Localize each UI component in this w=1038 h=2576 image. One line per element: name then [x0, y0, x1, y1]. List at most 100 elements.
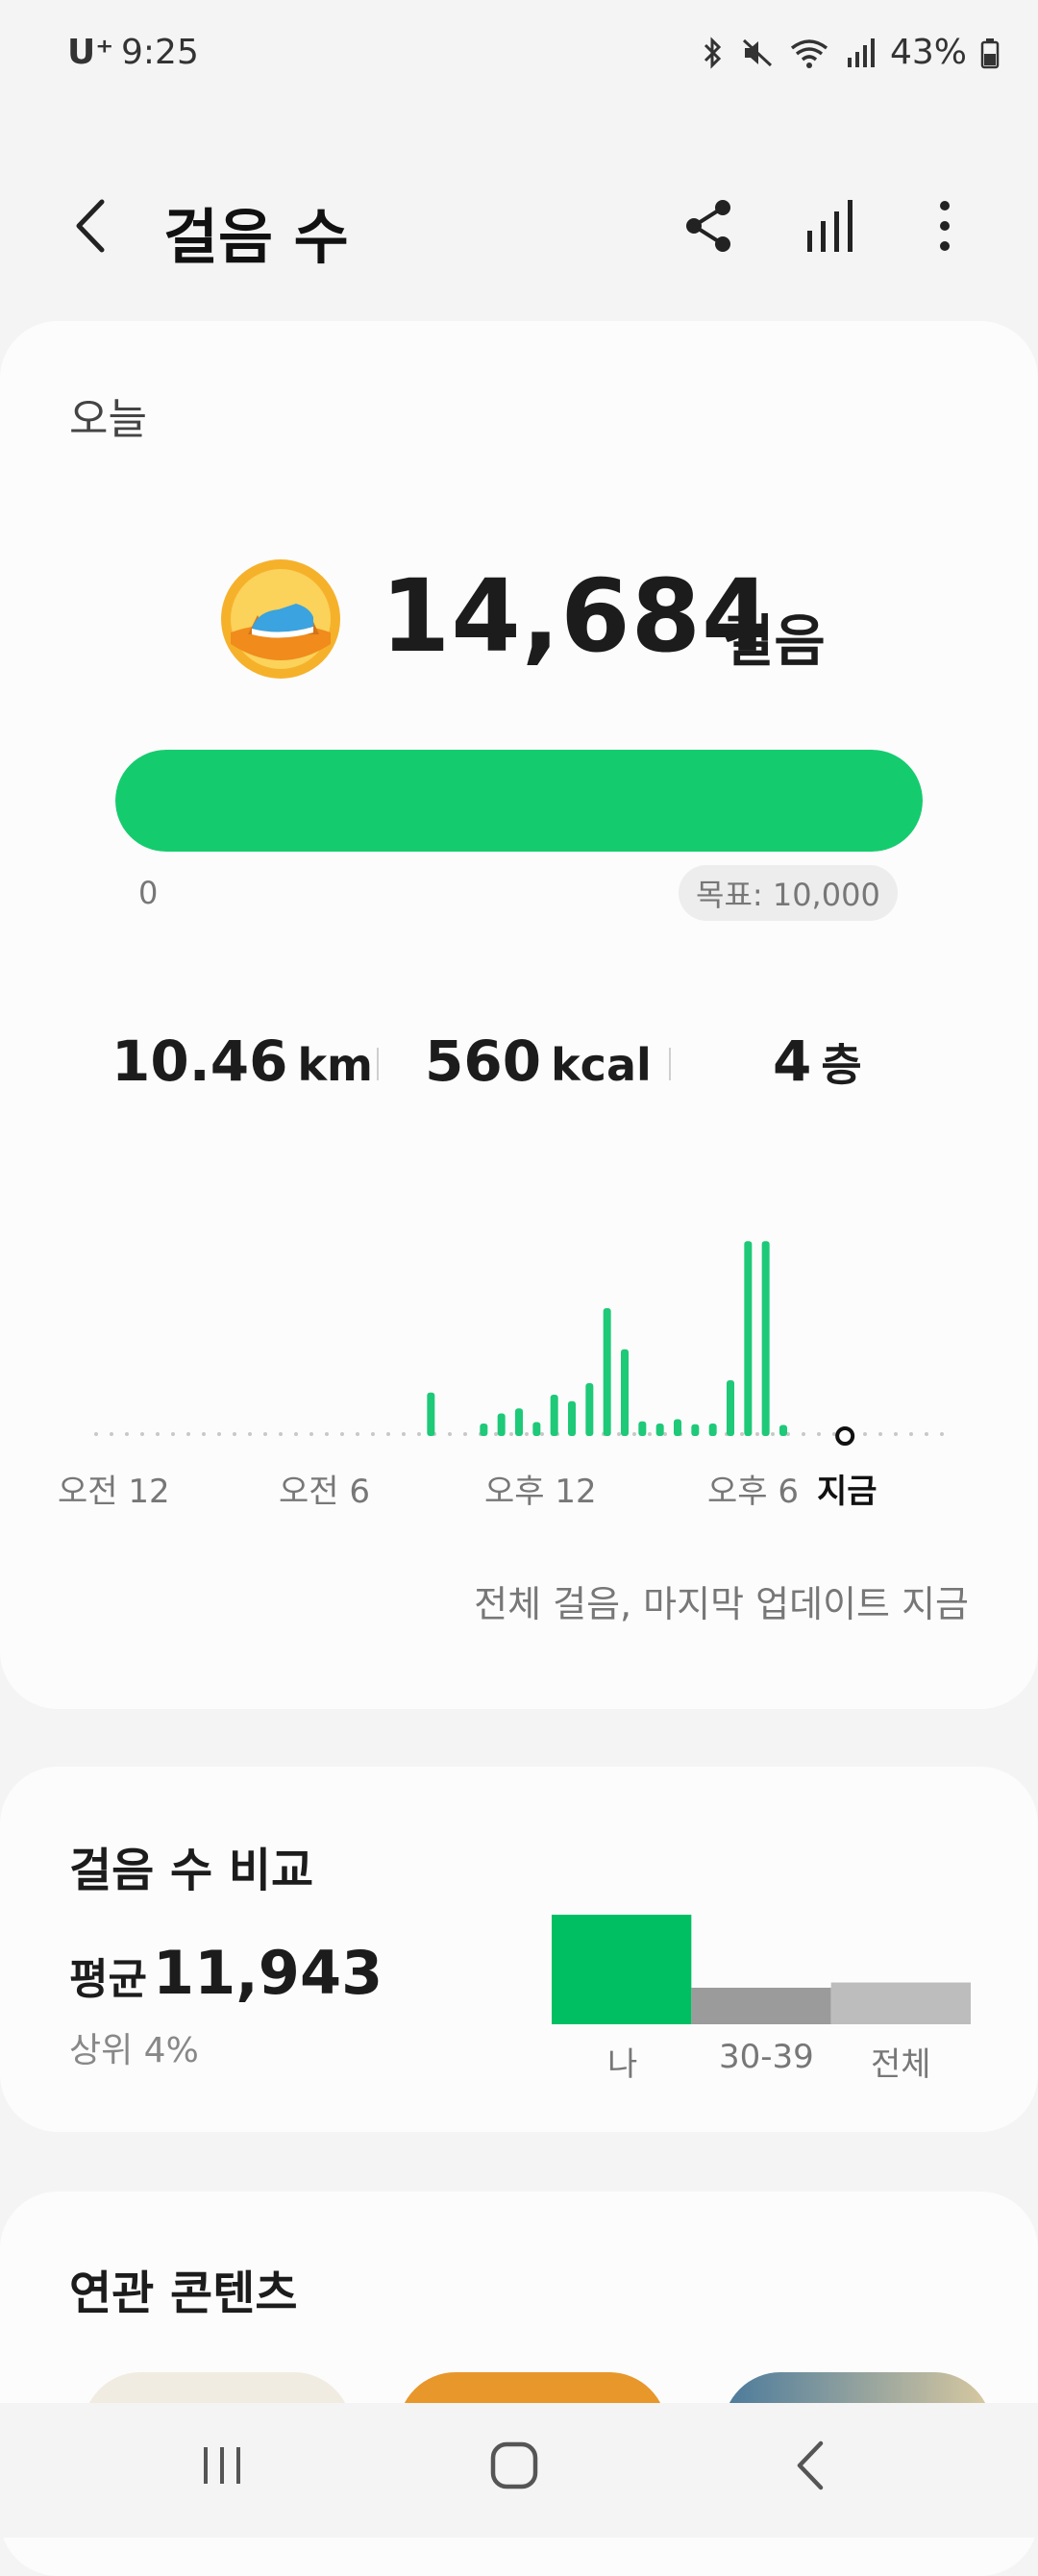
walking-badge-icon — [221, 559, 340, 679]
distance-stat: 10.46 km — [111, 1028, 373, 1094]
goal-progress-fill — [115, 750, 923, 852]
compare-label-me: 나 — [607, 2045, 638, 2084]
chart-baseline-dot — [894, 1432, 898, 1436]
chart-baseline-dot — [648, 1432, 652, 1436]
wifi-icon — [790, 38, 828, 68]
chart-bar — [744, 1241, 753, 1436]
compare-label-age: 30-39 — [719, 2038, 814, 2076]
steps-count: 14,684 — [381, 557, 773, 675]
floors-value: 4 — [773, 1028, 812, 1094]
progress-min-label: 0 — [138, 875, 159, 911]
compare-chart — [552, 1915, 971, 2024]
signal-icon — [847, 37, 875, 67]
chart-baseline-dot — [740, 1432, 744, 1436]
chart-bar — [568, 1400, 576, 1436]
recent-apps-icon[interactable] — [188, 2432, 256, 2499]
chart-baseline-dot — [463, 1432, 467, 1436]
chart-bar — [779, 1424, 787, 1436]
chart-baseline-dot — [110, 1432, 113, 1436]
average-value: 11,943 — [152, 1938, 383, 2008]
chart-baseline-dot — [263, 1432, 267, 1436]
chart-baseline-dot — [771, 1432, 775, 1436]
compare-label-all: 전체 — [871, 2045, 931, 2084]
chart-tick-label: 오전 12 — [58, 1473, 170, 1511]
chart-baseline-dot — [448, 1432, 452, 1436]
chart-bar — [727, 1380, 734, 1436]
home-icon[interactable] — [481, 2432, 548, 2499]
chart-tick-label: 오후 6 — [707, 1473, 799, 1511]
chart-baseline-dot — [417, 1432, 421, 1436]
today-label: 오늘 — [69, 395, 147, 444]
floors-stat: 4층 — [773, 1028, 862, 1094]
status-bar: U⁺ 9:25 43% — [0, 0, 1038, 115]
chart-bar — [621, 1349, 629, 1436]
chart-baseline-dot — [494, 1432, 498, 1436]
page-title: 걸음 수 — [163, 202, 349, 272]
chart-bar — [638, 1421, 647, 1436]
rank-text: 상위 4% — [69, 2031, 199, 2070]
chart-bar — [497, 1413, 506, 1436]
chart-baseline-dot — [802, 1432, 805, 1436]
battery-icon — [980, 37, 1000, 68]
chart-bar — [603, 1308, 611, 1436]
chart-baseline-dot — [755, 1432, 759, 1436]
calories-unit: kcal — [551, 1039, 652, 1091]
chart-baseline-dot — [202, 1432, 206, 1436]
system-nav-bar — [0, 2403, 1038, 2538]
chart-baseline-dot — [925, 1432, 928, 1436]
chart-bar — [674, 1419, 681, 1436]
back-icon[interactable] — [58, 192, 125, 260]
chart-bar — [708, 1424, 717, 1436]
chart-baseline-dot — [402, 1432, 406, 1436]
calories-value: 560 — [425, 1028, 542, 1094]
chart-baseline-dot — [525, 1432, 529, 1436]
chart-baseline-dot — [140, 1432, 144, 1436]
chart-now-label: 지금 — [817, 1473, 877, 1511]
last-updated-text: 전체 걸음, 마지막 업데이트 지금 — [474, 1583, 969, 1625]
chart-baseline-dot — [186, 1432, 190, 1436]
chart-baseline-dot — [325, 1432, 329, 1436]
chart-baseline-dot — [371, 1432, 375, 1436]
chart-bar — [480, 1424, 488, 1436]
chart-baseline-dot — [294, 1432, 298, 1436]
chart-tick-label: 오후 12 — [484, 1473, 597, 1511]
chart-baseline-dot — [309, 1432, 313, 1436]
goal-label: 목표: 10,000 — [679, 865, 898, 921]
chart-baseline-dot — [156, 1432, 160, 1436]
stat-divider — [377, 1048, 379, 1080]
chart-bar — [585, 1383, 594, 1436]
mute-icon — [742, 38, 773, 66]
chart-baseline-dot — [248, 1432, 252, 1436]
average-steps: 평균11,943 — [69, 1938, 383, 2008]
steps-unit: 걸음 — [723, 608, 826, 674]
compare-bar — [691, 1987, 831, 2024]
chart-baseline-dot — [356, 1432, 359, 1436]
distance-value: 10.46 — [111, 1028, 288, 1094]
chart-bar — [532, 1422, 541, 1436]
floors-unit: 층 — [821, 1039, 862, 1091]
chart-bar — [550, 1395, 558, 1436]
more-icon[interactable] — [911, 192, 978, 260]
carrier-label: U⁺ — [67, 33, 114, 72]
chart-icon[interactable] — [798, 192, 865, 260]
chart-bar — [655, 1424, 664, 1436]
nav-back-icon[interactable] — [778, 2432, 846, 2499]
chart-baseline-dot — [233, 1432, 236, 1436]
distance-unit: km — [297, 1039, 373, 1091]
chart-baseline-dot — [909, 1432, 913, 1436]
status-time: 9:25 — [121, 33, 199, 72]
average-label: 평균 — [69, 1955, 147, 2004]
chart-baseline-dot — [340, 1432, 344, 1436]
chart-baseline-dot — [509, 1432, 513, 1436]
chart-baseline-dot — [171, 1432, 175, 1436]
share-icon[interactable] — [675, 192, 742, 260]
chart-now-marker — [835, 1426, 855, 1446]
chart-bar — [515, 1408, 523, 1436]
chart-baseline-dot — [817, 1432, 821, 1436]
chart-baseline-dot — [878, 1432, 882, 1436]
battery-percent: 43% — [889, 33, 967, 72]
chart-baseline-dot — [632, 1432, 636, 1436]
goal-progress-bar — [115, 750, 923, 852]
chart-bar — [427, 1392, 435, 1436]
chart-baseline-dot — [386, 1432, 390, 1436]
